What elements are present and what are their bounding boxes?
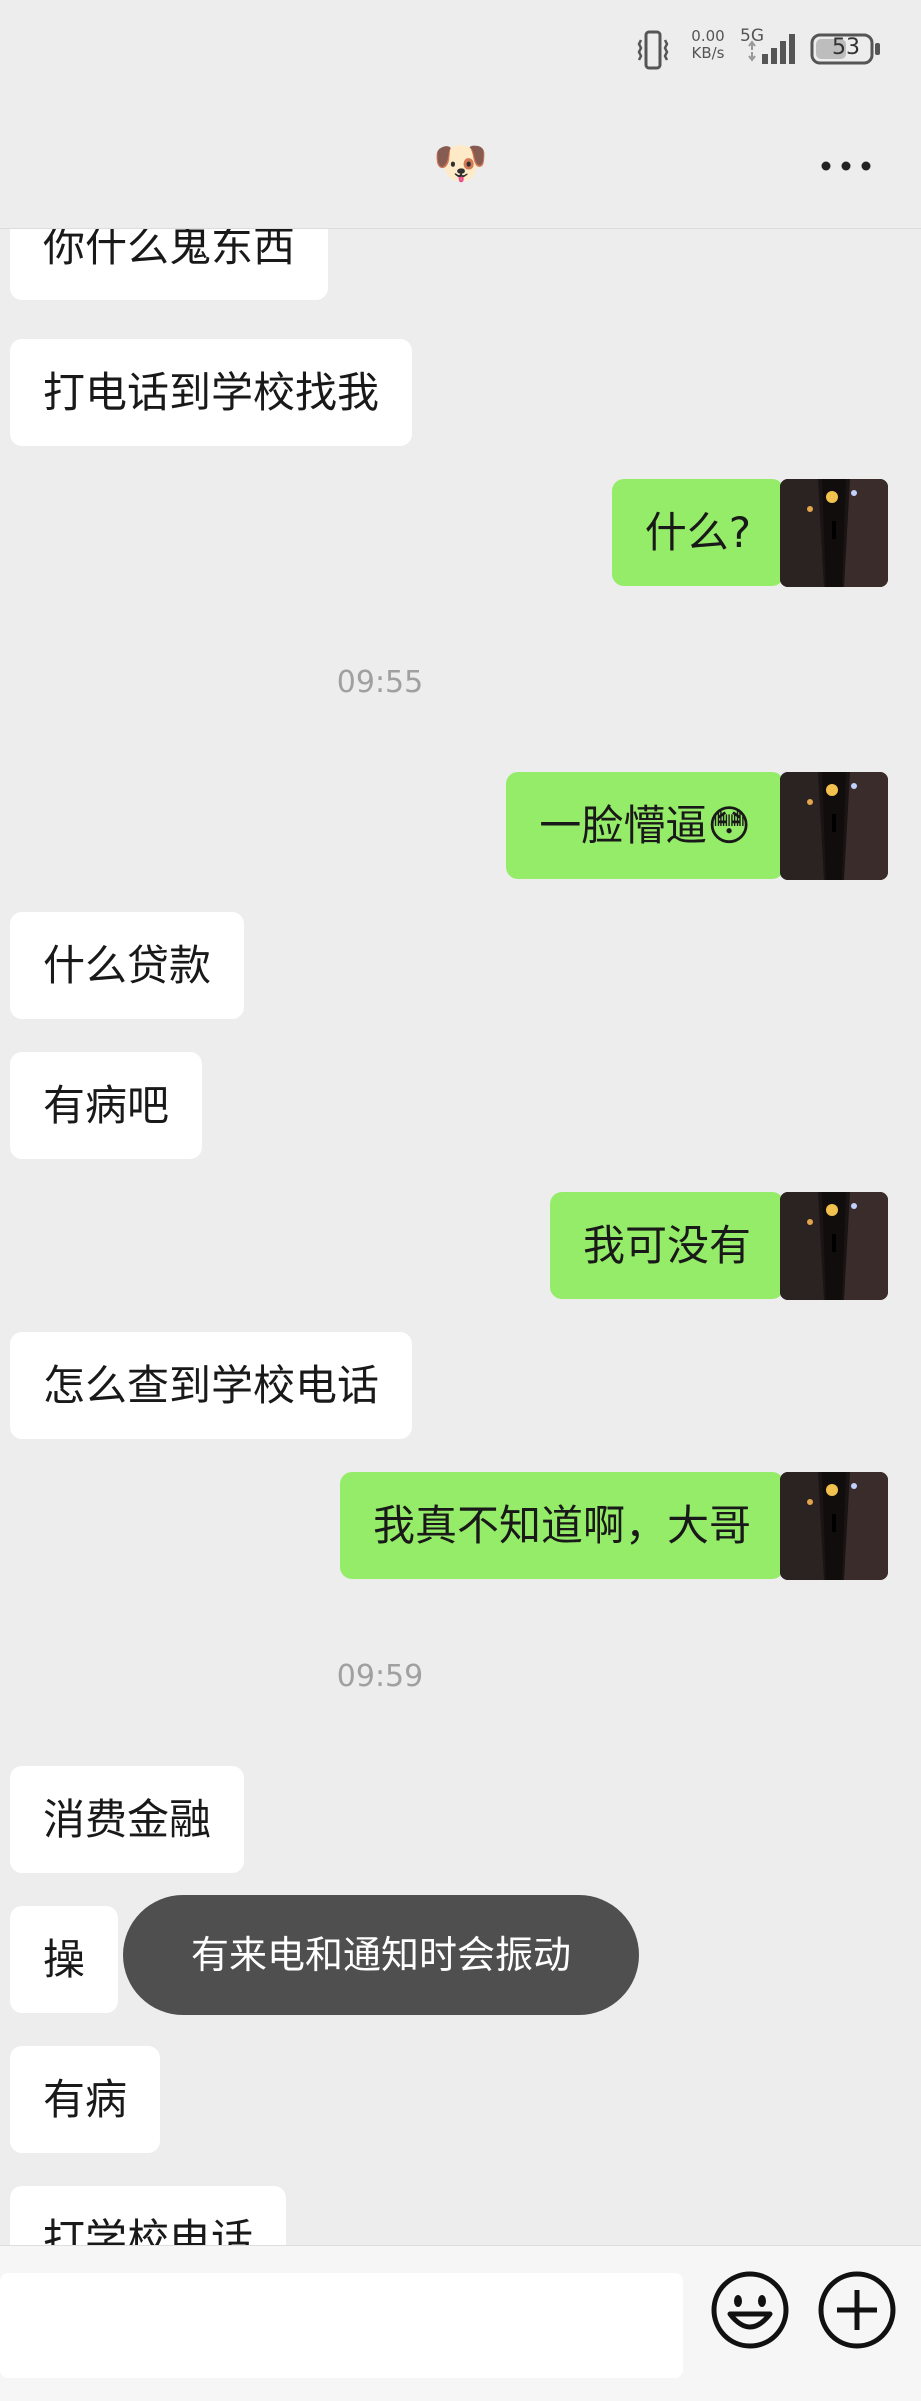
network-speed-value: 0.00 [691,27,725,45]
emoji-icon[interactable] [708,2268,792,2352]
vibration-toast: 有来电和通知时会振动 [123,1895,639,2015]
incoming-message-bubble[interactable]: 消费金融 [10,1766,245,1873]
incoming-message-bubble[interactable]: 什么贷款 [10,912,245,1019]
timestamp: 09:59 [336,1659,424,1694]
outgoing-message-bubble[interactable]: 我可没有 [549,1192,799,1299]
input-bar [0,2245,921,2401]
more-icon[interactable] [812,140,880,190]
incoming-message-bubble[interactable]: 打电话到学校找我 [10,339,413,446]
network-speed: 0.00 KB/s [686,28,730,62]
message-input[interactable] [0,2273,683,2378]
incoming-message-bubble[interactable]: 有病 [10,2046,161,2153]
outgoing-message-bubble[interactable]: 一脸懵逼😳 [506,772,798,879]
vibrate-icon [637,30,669,70]
timestamp: 09:55 [336,665,424,700]
contact-name[interactable]: 🐶 [0,140,921,188]
outgoing-message-bubble[interactable]: 什么? [611,479,799,586]
incoming-message-bubble[interactable]: 你什么鬼东西 [10,229,329,300]
outgoing-message-bubble[interactable]: 我真不知道啊，大哥 [339,1472,799,1579]
incoming-message-bubble[interactable]: 怎么查到学校电话 [10,1332,413,1439]
incoming-message-bubble[interactable]: 有病吧 [10,1052,203,1159]
incoming-message-bubble[interactable]: 操 [10,1906,119,2013]
battery-level-text: 53 [832,35,860,60]
my-avatar[interactable] [780,1472,888,1580]
incoming-message-bubble[interactable]: 打学校电话 [10,2186,287,2245]
network-speed-unit: KB/s [691,44,725,62]
my-avatar[interactable] [780,772,888,880]
chat-header: 🐶 [0,100,921,229]
my-avatar[interactable] [780,1192,888,1300]
add-icon[interactable] [815,2268,899,2352]
my-avatar[interactable] [780,479,888,587]
signal-icon [748,34,795,64]
status-bar: 0.00 KB/s 5G 53 [0,0,921,100]
